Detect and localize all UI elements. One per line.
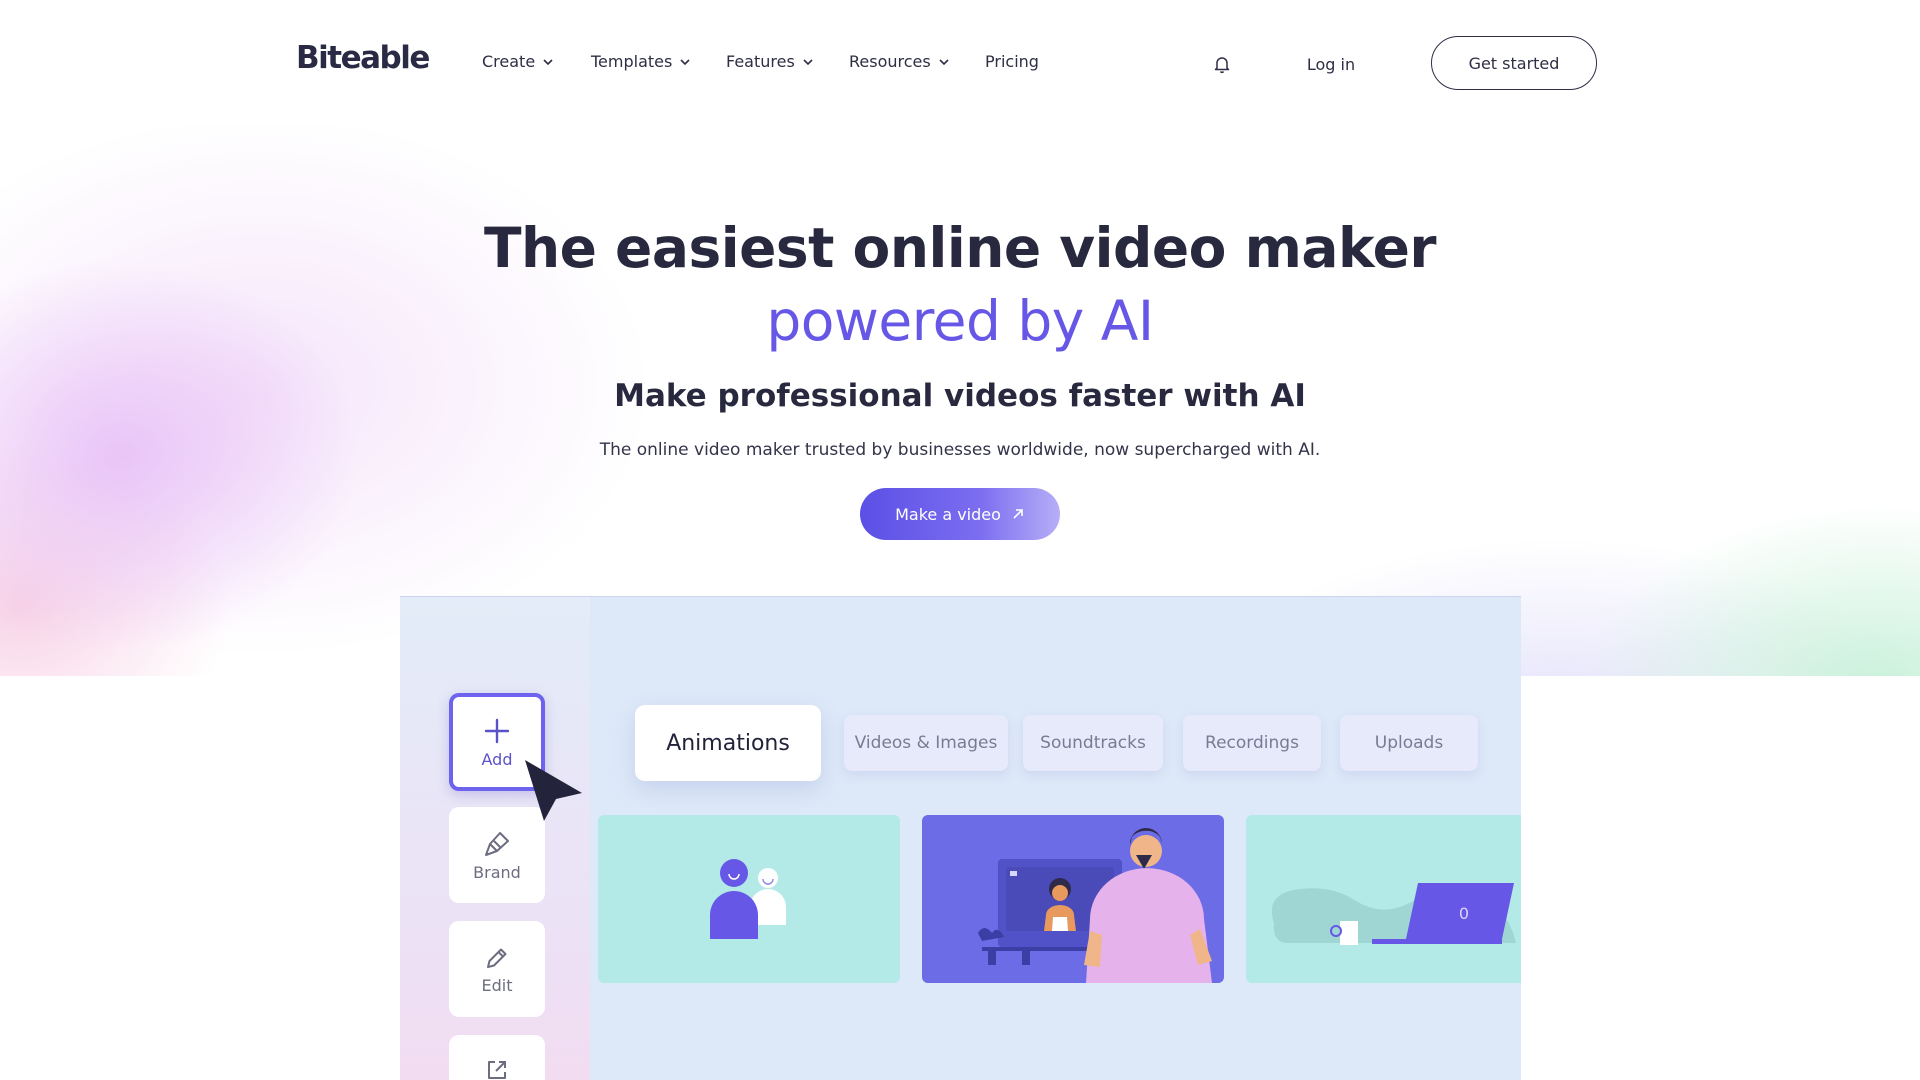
side-button-label: Brand — [473, 862, 521, 882]
paint-brush-icon — [485, 831, 509, 856]
tab-animations[interactable]: Animations — [635, 705, 821, 781]
login-link[interactable]: Log in — [1276, 44, 1386, 84]
editor-mockup: Add Brand Edit Animations Videos & Image… — [400, 596, 1521, 1080]
side-button-label: Edit — [481, 975, 513, 995]
plus-icon — [484, 718, 510, 743]
nav-item-pricing[interactable]: Pricing — [985, 52, 1039, 71]
nav-item-templates[interactable]: Templates — [591, 52, 692, 71]
share-icon — [488, 1061, 506, 1079]
side-button-label: Add — [481, 749, 513, 769]
edit-button[interactable]: Edit — [449, 921, 545, 1017]
top-nav: Biteable Create Templates Features Resou… — [0, 0, 1920, 126]
laptop-illustration: 0 — [1271, 883, 1516, 945]
mouse-cursor-icon — [525, 760, 582, 821]
chevron-down-icon — [543, 58, 553, 65]
cta-label: Make a video — [895, 504, 1001, 524]
chevron-down-icon — [680, 58, 690, 65]
tab-videos-images[interactable]: Videos & Images — [844, 715, 1008, 771]
bell-icon[interactable] — [1211, 53, 1233, 75]
nav-item-label: Resources — [849, 52, 931, 71]
arrow-up-right-icon — [1013, 509, 1023, 519]
nav-item-features[interactable]: Features — [726, 52, 815, 71]
make-a-video-button[interactable]: Make a video — [860, 488, 1060, 540]
nav-item-label: Features — [726, 52, 795, 71]
laptop-screen-text: 0 — [1459, 904, 1469, 923]
chevron-down-icon — [803, 58, 813, 65]
hero-description: The online video maker trusted by busine… — [599, 440, 1321, 460]
pencil-icon — [487, 948, 507, 968]
hero-title-accent: powered by AI — [766, 289, 1154, 353]
get-started-button[interactable]: Get started — [1431, 36, 1597, 90]
animation-card[interactable]: 0 — [1246, 815, 1521, 983]
people-illustration — [710, 859, 786, 939]
tab-uploads[interactable]: Uploads — [1340, 715, 1478, 771]
chevron-down-icon — [939, 58, 949, 65]
hero-subtitle: Make professional videos faster with AI — [614, 378, 1306, 414]
tab-soundtracks[interactable]: Soundtracks — [1023, 715, 1163, 771]
video-call-illustration — [978, 827, 1212, 983]
hero-section: The easiest online video maker powered b… — [0, 126, 1920, 676]
biteable-logo[interactable]: Biteable — [296, 40, 430, 76]
nav-item-create[interactable]: Create — [482, 52, 555, 71]
tab-recordings[interactable]: Recordings — [1183, 715, 1321, 771]
hero-title: The easiest online video maker — [483, 216, 1437, 280]
animation-card[interactable] — [598, 815, 900, 983]
share-button[interactable] — [449, 1035, 545, 1080]
nav-item-resources[interactable]: Resources — [849, 52, 951, 71]
nav-item-label: Pricing — [985, 52, 1039, 71]
nav-item-label: Create — [482, 52, 536, 71]
animation-card[interactable] — [922, 815, 1224, 983]
nav-item-label: Templates — [591, 52, 673, 71]
